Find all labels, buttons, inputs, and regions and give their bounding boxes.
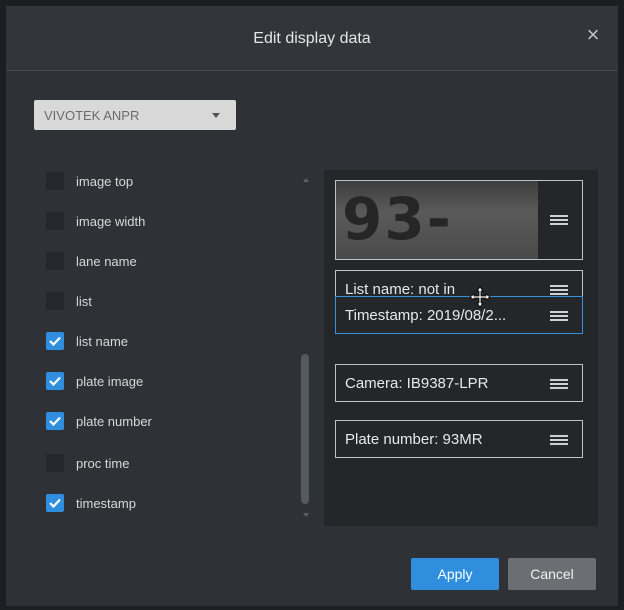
checkbox-list-name[interactable] — [46, 332, 64, 350]
field-row-timestamp[interactable]: timestamp — [46, 494, 286, 514]
close-icon[interactable]: × — [582, 24, 604, 46]
field-row-proc-time[interactable]: proc time — [46, 454, 286, 474]
preview-panel: 93-MR List name: not in Timestamp: 2019/… — [324, 170, 598, 526]
checkbox-plate-number[interactable] — [46, 412, 64, 430]
apply-button[interactable]: Apply — [411, 558, 499, 590]
checkbox-image-width[interactable] — [46, 212, 64, 230]
plate-image-text: 93-MR — [342, 185, 453, 259]
dialog-title: Edit display data — [253, 30, 371, 47]
card-text: Timestamp: 2019/08/2... — [345, 307, 507, 324]
drag-handle-icon[interactable] — [550, 215, 568, 225]
checkbox-image-top[interactable] — [46, 172, 64, 190]
field-label: image top — [76, 174, 134, 189]
scroll-down-icon[interactable] — [303, 513, 309, 517]
field-row-list-name[interactable]: list name — [46, 332, 286, 352]
chevron-down-icon — [212, 113, 220, 118]
field-label: list — [76, 294, 92, 309]
card-text: Camera: IB9387-LPR — [345, 375, 489, 392]
card-text: Plate number: 93MR — [345, 431, 483, 448]
field-label: list name — [76, 334, 129, 349]
move-cursor-icon — [469, 286, 491, 308]
check-icon — [49, 376, 61, 387]
field-label: lane name — [76, 254, 137, 269]
checkbox-timestamp[interactable] — [46, 494, 64, 512]
checkbox-list[interactable] — [46, 292, 64, 310]
field-label: plate number — [76, 414, 152, 429]
field-label: image width — [76, 214, 146, 229]
field-label: plate image — [76, 374, 144, 389]
drag-handle-icon[interactable] — [550, 435, 568, 445]
preview-card-camera[interactable]: Camera: IB9387-LPR — [335, 364, 583, 402]
check-icon — [49, 416, 61, 427]
drag-handle-icon[interactable] — [550, 379, 568, 389]
checkbox-lane-name[interactable] — [46, 252, 64, 270]
source-select-value: VIVOTEK ANPR — [44, 108, 140, 123]
dialog-header: Edit display data × — [6, 6, 618, 71]
preview-card-plate-number[interactable]: Plate number: 93MR — [335, 420, 583, 458]
cancel-button[interactable]: Cancel — [508, 558, 596, 590]
edit-display-data-dialog: Edit display data × VIVOTEK ANPR image t… — [6, 6, 618, 606]
plate-image: 93-MR — [336, 181, 538, 259]
field-row-image-top[interactable]: image top — [46, 172, 286, 192]
scroll-up-icon[interactable] — [303, 178, 309, 182]
preview-card-timestamp[interactable]: Timestamp: 2019/08/2... — [335, 296, 583, 334]
drag-handle-icon[interactable] — [550, 311, 568, 321]
field-row-list[interactable]: list — [46, 292, 286, 312]
preview-card-plate-image[interactable]: 93-MR — [335, 180, 583, 260]
source-select[interactable]: VIVOTEK ANPR — [34, 100, 236, 130]
field-row-plate-number[interactable]: plate number — [46, 412, 286, 432]
field-label: timestamp — [76, 496, 136, 511]
checkbox-proc-time[interactable] — [46, 454, 64, 472]
field-row-plate-image[interactable]: plate image — [46, 372, 286, 392]
check-icon — [49, 498, 61, 509]
field-list-scrollbar[interactable] — [301, 174, 311, 519]
field-label: proc time — [76, 456, 130, 471]
scrollbar-thumb[interactable] — [301, 354, 309, 504]
field-row-lane-name[interactable]: lane name — [46, 252, 286, 272]
check-icon — [49, 336, 61, 347]
checkbox-plate-image[interactable] — [46, 372, 64, 390]
field-row-image-width[interactable]: image width — [46, 212, 286, 232]
drag-handle-icon[interactable] — [550, 285, 568, 295]
